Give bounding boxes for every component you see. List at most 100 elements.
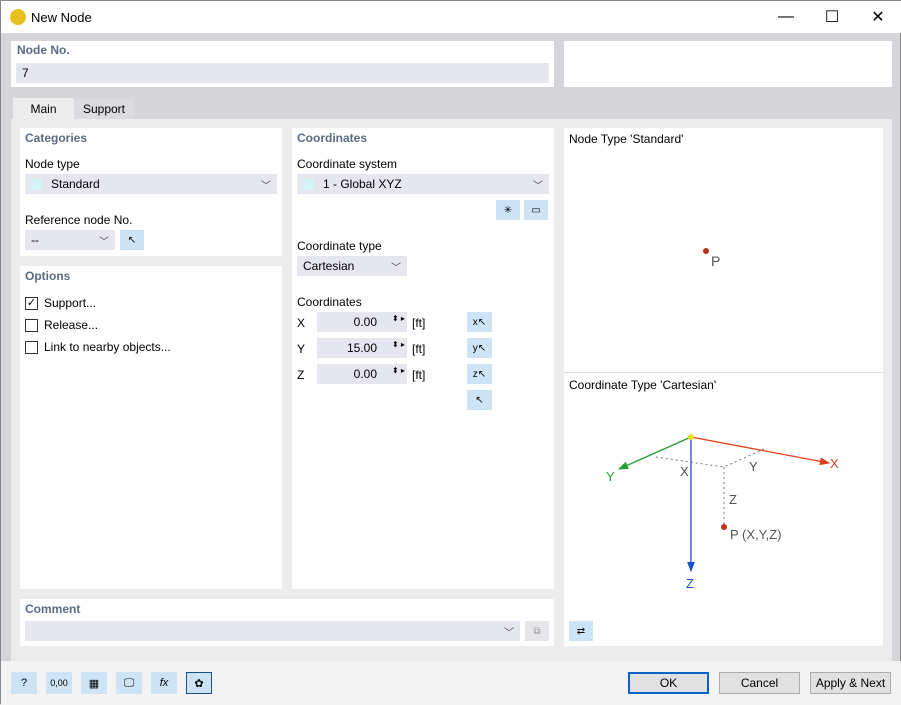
reference-node-value: --: [31, 233, 39, 247]
chevron-down-icon: ﹀: [504, 628, 514, 639]
color-swatch: [31, 178, 42, 190]
reference-node-label: Reference node No.: [25, 213, 133, 227]
spinner-icon[interactable]: ⬍ ▸: [392, 366, 405, 375]
chevron-down-icon: ﹀: [391, 263, 401, 274]
new-window-icon: ✳: [503, 204, 513, 216]
spinner-icon[interactable]: ⬍ ▸: [392, 340, 405, 349]
release-checkbox[interactable]: Release...: [25, 318, 99, 333]
node-type-select[interactable]: Standard ﹀: [25, 174, 277, 194]
tab-support[interactable]: Support: [74, 99, 134, 119]
unit-label: [ft]: [412, 316, 426, 330]
coordinate-system-label: Coordinate system: [297, 157, 398, 171]
cartesian-diagram: X Y Z X Y Z P (X,Y,Z): [606, 434, 839, 591]
maximize-button[interactable]: ☐: [809, 1, 855, 33]
link-nearby-label: Link to nearby objects...: [44, 340, 171, 354]
ok-button[interactable]: OK: [628, 672, 709, 694]
node-no-input[interactable]: 7: [16, 63, 549, 83]
help-button[interactable]: ?: [11, 672, 37, 694]
pick-node-button[interactable]: ↖: [120, 230, 144, 250]
z-axis-label: Z: [686, 576, 694, 591]
cancel-button[interactable]: Cancel: [719, 672, 800, 694]
tab-main[interactable]: Main: [13, 98, 74, 120]
preview-panel: Node Type 'Standard' P Coordinate Type '…: [564, 128, 883, 646]
dim-z-label: Z: [729, 492, 737, 507]
copy-icon: ⧉: [533, 625, 541, 637]
categories-panel: Categories Node type Standard ﹀ Referenc…: [20, 128, 282, 256]
pick-cursor-icon: ↖: [127, 234, 137, 246]
reference-node-select[interactable]: -- ﹀: [25, 230, 115, 250]
pick-x-button[interactable]: x↖: [467, 312, 492, 332]
swap-icon: ⇄: [576, 625, 586, 637]
axis-label: Z: [297, 368, 305, 382]
comment-library-button[interactable]: ⧉: [525, 621, 549, 641]
coordinates-panel: Coordinates Coordinate system 1 - Global…: [292, 128, 554, 589]
pick-y-button[interactable]: y↖: [467, 338, 492, 358]
chevron-down-icon: ﹀: [261, 181, 271, 192]
edit-window-icon: ▭: [531, 204, 541, 216]
pick-z-icon: z↖: [472, 368, 487, 380]
view-button[interactable]: 🖵: [116, 672, 142, 694]
node-type-value: Standard: [51, 177, 100, 191]
dimension-lines: [655, 448, 765, 527]
chevron-down-icon: ﹀: [533, 181, 543, 192]
comment-input[interactable]: ﹀: [25, 621, 520, 641]
help-icon: ?: [20, 677, 28, 689]
comment-header: Comment: [25, 602, 81, 616]
pick-y-icon: y↖: [472, 342, 487, 354]
coordinate-row-z: Z 0.00 ⬍ ▸ [ft] z↖: [297, 364, 547, 386]
unit-label: [ft]: [412, 368, 426, 382]
y-axis-label: Y: [606, 469, 615, 484]
node-type-label: Node type: [25, 157, 80, 171]
apply-next-button[interactable]: Apply & Next: [810, 672, 891, 694]
node-no-label: Node No.: [17, 43, 70, 57]
chevron-down-icon: ﹀: [99, 237, 109, 248]
brain-icon: ✿: [194, 677, 204, 690]
support-checkbox[interactable]: ✓ Support...: [25, 296, 96, 311]
minimize-button[interactable]: —: [763, 1, 809, 33]
link-nearby-checkbox[interactable]: Link to nearby objects...: [25, 340, 171, 355]
spinner-icon[interactable]: ⬍ ▸: [392, 314, 405, 323]
switch-preview-button[interactable]: ⇄: [569, 621, 593, 641]
release-label: Release...: [44, 318, 99, 332]
origin-marker: [688, 434, 694, 440]
monitor-icon: 🖵: [123, 676, 135, 689]
checkbox-checked-icon: ✓: [25, 297, 38, 311]
units-button[interactable]: 0,00: [46, 672, 72, 694]
dim-x-label: X: [680, 464, 689, 479]
dim-y-label: Y: [749, 459, 758, 474]
pick-z-button[interactable]: z↖: [467, 364, 492, 384]
app-icon: [10, 9, 26, 25]
formula-button[interactable]: fx: [151, 672, 177, 694]
coordinate-system-value: 1 - Global XYZ: [323, 177, 402, 191]
window-title: New Node: [31, 10, 92, 25]
point-label: P: [711, 253, 721, 269]
pick-point-icon: ↖: [475, 394, 484, 406]
pick-point-button[interactable]: ↖: [467, 390, 492, 410]
x-axis-label: X: [830, 456, 839, 471]
pick-x-icon: x↖: [472, 316, 487, 328]
units-icon: 0,00: [50, 678, 68, 688]
info-panel: [564, 41, 892, 87]
node-type-preview-title: Node Type 'Standard': [569, 132, 684, 146]
checkbox-icon: [25, 319, 38, 333]
program-options-button[interactable]: ✿: [186, 672, 212, 694]
coordinate-row-y: Y 15.00 ⬍ ▸ [ft] y↖: [297, 338, 547, 360]
point-marker: [703, 248, 709, 254]
comment-panel: Comment ﹀ ⧉: [20, 599, 554, 646]
x-axis: [690, 436, 831, 466]
categories-header: Categories: [25, 131, 88, 145]
coordinates-header: Coordinates: [297, 131, 368, 145]
display-settings-button[interactable]: ▦: [81, 672, 107, 694]
axis-label: X: [297, 316, 306, 330]
unit-label: [ft]: [412, 342, 426, 356]
node-no-panel: Node No. 7: [11, 41, 554, 87]
coordinate-type-select[interactable]: Cartesian ﹀: [297, 256, 407, 276]
close-button[interactable]: ✕: [855, 1, 901, 33]
options-panel: Options ✓ Support... Release... Link to n…: [20, 266, 282, 589]
colors-icon: ▦: [88, 677, 100, 690]
coordinates-label: Coordinates: [297, 295, 362, 309]
edit-coordinate-system-button[interactable]: ▭: [524, 200, 548, 220]
coordinate-system-select[interactable]: 1 - Global XYZ ﹀: [297, 174, 549, 194]
new-coordinate-system-button[interactable]: ✳: [496, 200, 520, 220]
checkbox-icon: [25, 341, 38, 355]
